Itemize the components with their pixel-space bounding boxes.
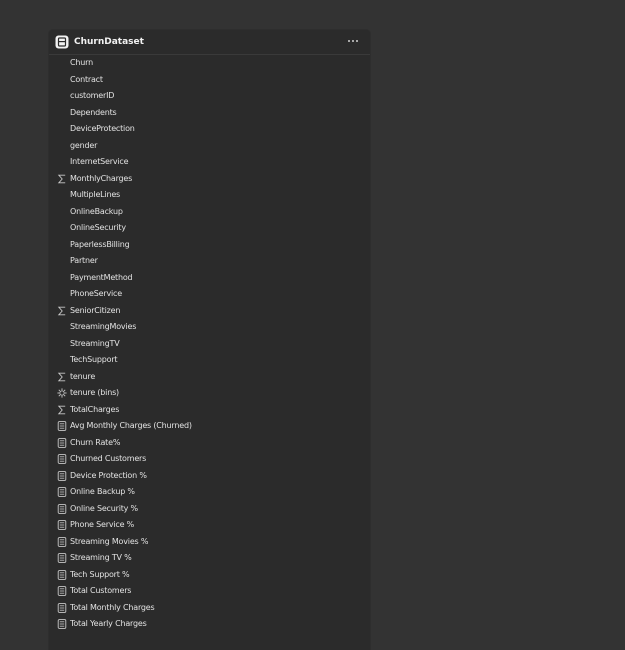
field-label: Phone Service %: [70, 520, 135, 529]
measure-icon: [57, 553, 67, 563]
field-item[interactable]: Device Protection %: [49, 468, 370, 485]
field-label: Avg Monthly Charges (Churned): [70, 421, 192, 430]
field-label: Streaming TV %: [70, 553, 132, 562]
bins-icon: [57, 388, 67, 398]
field-item[interactable]: Total Monthly Charges: [49, 600, 370, 617]
field-item[interactable]: Partner: [49, 253, 370, 270]
field-item[interactable]: OnlineSecurity: [49, 220, 370, 237]
table-title: ChurnDataset: [74, 37, 144, 47]
field-item[interactable]: Streaming Movies %: [49, 534, 370, 551]
measure-icon: [57, 520, 67, 530]
field-label: InternetService: [70, 157, 129, 166]
field-label: DeviceProtection: [70, 124, 135, 133]
field-label: Churn Rate%: [70, 437, 121, 447]
field-label: Churn: [70, 58, 93, 67]
measure-icon: [57, 454, 67, 464]
sigma-icon: [57, 372, 66, 381]
field-label: Dependents: [70, 107, 117, 117]
more-options-icon[interactable]: [346, 34, 360, 48]
field-label: MultipleLines: [70, 190, 121, 199]
field-label: PhoneService: [70, 289, 122, 298]
field-label: PaymentMethod: [70, 272, 133, 282]
field-item[interactable]: StreamingMovies: [49, 319, 370, 336]
field-label: Device Protection %: [70, 470, 147, 480]
field-item[interactable]: Online Backup %: [49, 484, 370, 501]
field-item[interactable]: PaperlessBilling: [49, 237, 370, 254]
field-item[interactable]: Tech Support %: [49, 567, 370, 584]
field-item[interactable]: tenure (bins): [49, 385, 370, 402]
field-label: gender: [70, 140, 98, 150]
field-item[interactable]: SeniorCitizen: [49, 303, 370, 320]
field-label: TechSupport: [70, 355, 118, 364]
measure-icon: [57, 470, 67, 481]
measure-icon: [57, 503, 67, 514]
field-label: StreamingMovies: [70, 322, 137, 331]
field-label: Online Backup %: [70, 487, 135, 496]
canvas-background: ChurnDataset Churn Contract customerID Depe…: [0, 0, 625, 650]
field-item[interactable]: tenure: [49, 369, 370, 386]
field-label: Streaming Movies %: [70, 536, 149, 546]
field-label: MonthlyCharges: [70, 173, 133, 183]
field-label: Total Yearly Charges: [70, 619, 147, 628]
field-label: Contract: [70, 74, 103, 84]
field-label: Partner: [70, 256, 98, 265]
field-item[interactable]: Dependents: [49, 105, 370, 122]
measure-icon: [57, 586, 67, 596]
measure-icon: [57, 487, 67, 497]
measure-icon: [57, 421, 67, 431]
field-item[interactable]: Churn Rate%: [49, 435, 370, 452]
measure-icon: [57, 569, 67, 580]
field-label: SeniorCitizen: [70, 305, 121, 315]
measure-icon: [57, 602, 67, 613]
field-list: Churn Contract customerID Dependents DeviceP…: [49, 55, 370, 633]
field-label: PaperlessBilling: [70, 239, 130, 249]
field-label: Tech Support %: [70, 569, 130, 579]
data-table-card: ChurnDataset Churn Contract customerID Depe…: [49, 30, 370, 650]
field-item[interactable]: StreamingTV: [49, 336, 370, 353]
field-label: Total Customers: [70, 586, 132, 595]
field-label: tenure (bins): [70, 388, 119, 397]
field-item[interactable]: TotalCharges: [49, 402, 370, 419]
field-item[interactable]: Streaming TV %: [49, 550, 370, 567]
field-label: StreamingTV: [70, 338, 120, 348]
field-item[interactable]: Avg Monthly Charges (Churned): [49, 418, 370, 435]
field-label: Online Security %: [70, 503, 138, 513]
field-item[interactable]: OnlineBackup: [49, 204, 370, 221]
field-label: OnlineSecurity: [70, 223, 126, 232]
field-label: OnlineBackup: [70, 206, 123, 216]
field-item[interactable]: Phone Service %: [49, 517, 370, 534]
field-item[interactable]: MonthlyCharges: [49, 171, 370, 188]
table-icon: [55, 35, 69, 49]
field-item[interactable]: Total Yearly Charges: [49, 616, 370, 633]
measure-icon: [57, 619, 67, 629]
field-item[interactable]: gender: [49, 138, 370, 155]
field-item[interactable]: Online Security %: [49, 501, 370, 518]
field-item[interactable]: PaymentMethod: [49, 270, 370, 287]
field-item[interactable]: Churn: [49, 55, 370, 72]
measure-icon: [57, 437, 67, 448]
field-item[interactable]: DeviceProtection: [49, 121, 370, 138]
table-header[interactable]: ChurnDataset: [49, 30, 370, 55]
field-item[interactable]: Total Customers: [49, 583, 370, 600]
measure-icon: [57, 536, 67, 547]
field-item[interactable]: MultipleLines: [49, 187, 370, 204]
field-item[interactable]: TechSupport: [49, 352, 370, 369]
field-item[interactable]: Churned Customers: [49, 451, 370, 468]
field-item[interactable]: PhoneService: [49, 286, 370, 303]
sigma-icon: [57, 174, 66, 183]
sigma-icon: [57, 405, 66, 414]
field-item[interactable]: Contract: [49, 72, 370, 89]
field-label: tenure: [70, 371, 96, 381]
field-label: customerID: [70, 91, 115, 100]
sigma-icon: [57, 306, 66, 315]
field-item[interactable]: InternetService: [49, 154, 370, 171]
field-item[interactable]: customerID: [49, 88, 370, 105]
field-label: Churned Customers: [70, 454, 147, 463]
field-label: Total Monthly Charges: [70, 602, 155, 612]
field-label: TotalCharges: [70, 404, 120, 414]
